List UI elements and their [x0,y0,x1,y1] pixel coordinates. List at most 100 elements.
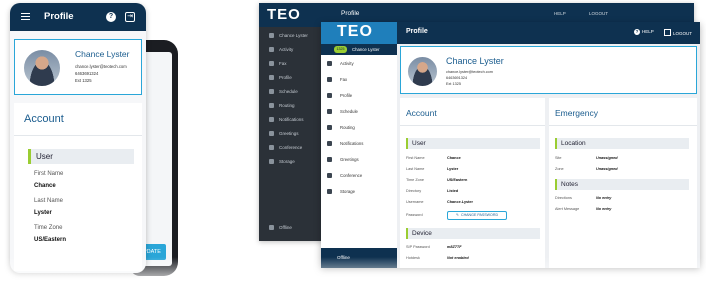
back-sidebar-item[interactable]: Greetings [269,131,299,136]
reflection-fade [0,257,706,293]
field-value: Lyster [34,210,52,216]
activity-icon [327,61,332,66]
emergency-heading: Emergency [555,108,598,118]
divider [549,125,697,126]
field-label: Username [406,200,424,204]
profile-phone: 6463691324 [75,71,99,76]
location-section-header: Location [555,138,689,149]
field-value: m8Z7TF [447,245,462,249]
sidebar-item-notifications[interactable]: Notifications [327,141,363,146]
back-sidebar-item[interactable]: Activity [269,47,293,52]
account-heading: Account [406,108,437,118]
sidebar-item-fax[interactable]: Fax [327,77,347,82]
back-sidebar-item[interactable]: Storage [269,159,295,164]
password-label: Password [406,213,423,217]
logout-button[interactable]: LOGOUT [664,29,692,36]
routing-icon [327,125,332,130]
back-sidebar-item[interactable]: Schedule [269,89,298,94]
field-value: Chance.Lyster [447,200,474,204]
field-label: Directions [555,196,572,200]
greetings-icon [327,157,332,162]
help-icon[interactable]: ? [106,12,116,22]
back-logout-button[interactable]: LOGOUT [589,11,608,16]
avatar [22,48,62,88]
page-title: Profile [406,28,428,35]
logo-area: TEO [321,22,397,44]
sidebar-item-activity[interactable]: Activity [327,61,354,66]
profile-icon [327,93,332,98]
back-page-title: Profile [341,10,360,17]
extension-badge: 1325 [334,46,347,53]
account-heading: Account [24,113,64,125]
profile-email: chance.lyster@teotech.com [446,70,493,74]
user-section-header: User [28,149,134,164]
schedule-icon [327,109,332,114]
field-value: Lyster [447,167,459,171]
back-sidebar: Chance Lyster Activity Fax Profile Sched… [259,27,323,241]
field-value: US/Eastern [34,237,67,243]
field-label: Alert Message [555,207,580,211]
sidebar: 1325 Chance Lyster Activity Fax Profile … [321,44,397,268]
help-button[interactable]: HELP [634,29,654,35]
storage-icon [327,189,332,194]
field-value: No entry [596,196,612,200]
logout-icon[interactable]: ⇥ [125,12,135,22]
teo-logo: TEO [267,6,301,23]
sidebar-item-storage[interactable]: Storage [327,189,355,194]
user-section-header: User [406,138,540,149]
back-sidebar-item[interactable]: Routing [269,103,295,108]
mobile-profile-card: Chance Lyster chance.lyster@teotech.com … [14,39,142,95]
mobile-page-title: Profile [44,11,74,22]
field-label: First Name [406,156,425,160]
profile-name: Chance Lyster [75,49,130,59]
field-label: Last Name [406,167,425,171]
fax-icon [327,77,332,82]
field-label: Site [555,156,562,160]
profile-name: Chance Lyster [446,56,504,66]
field-value: Unassigned [596,156,618,160]
sidebar-item-schedule[interactable]: Schedule [327,109,358,114]
desktop-front-window: TEO Profile HELP LOGOUT 1325 Chance Lyst… [321,22,700,268]
app-header: TEO Profile HELP LOGOUT [321,22,700,44]
mobile-header: Profile ? ⇥ [10,3,146,31]
divider [14,135,142,136]
phone-front-device: Profile ? ⇥ Chance Lyster chance.lyster@… [10,3,146,273]
back-user-name: Chance Lyster [269,33,308,38]
profile-extension: Ext 1325 [446,82,461,86]
emergency-panel: Emergency Location Site Unassigned Zone … [549,98,697,268]
change-password-button[interactable]: CHANGE PASSWORD [447,211,507,220]
back-sidebar-item[interactable]: Conference [269,145,302,150]
profile-card: Chance Lyster chance.lyster@teotech.com … [400,46,697,94]
back-sidebar-item[interactable]: Profile [269,75,292,80]
field-label: First Name [34,171,64,177]
sidebar-item-profile[interactable]: Profile [327,93,352,98]
back-sidebar-item[interactable]: Notifications [269,117,304,122]
field-value: Unassigned [596,167,618,171]
profile-extension: Ext 1325 [75,78,92,83]
field-value: No entry [596,207,612,211]
sidebar-user: 1325 Chance Lyster [321,44,397,55]
sidebar-user-name: Chance Lyster [352,47,380,52]
field-label: SIP Password [406,245,430,249]
composite-screenshot: TEO Profile HELP LOGOUT Chance Lyster Ac… [0,0,706,293]
sidebar-item-greetings[interactable]: Greetings [327,157,359,162]
sidebar-item-conference[interactable]: Conference [327,173,362,178]
profile-phone: 6463691324 [446,76,468,80]
mobile-account-panel: Account User First Name Chance Last Name… [14,103,142,271]
field-value: Chance [447,156,461,160]
device-section-header: Device [406,228,540,239]
field-value: Listed [447,189,459,193]
field-label: Directory [406,189,422,193]
divider [400,125,545,126]
teo-logo: TEO [337,23,373,40]
back-help-button[interactable]: HELP [554,11,566,16]
field-label: Zone [555,167,564,171]
back-sidebar-item[interactable]: Fax [269,61,287,66]
hamburger-menu-icon[interactable] [21,13,30,20]
profile-email: chance.lyster@teotech.com [75,64,127,69]
field-label: Last Name [34,198,64,204]
notes-section-header: Notes [555,179,689,190]
sidebar-item-routing[interactable]: Routing [327,125,355,130]
conference-icon [327,173,332,178]
account-panel: Account User First Name Chance Last Name… [400,98,545,268]
